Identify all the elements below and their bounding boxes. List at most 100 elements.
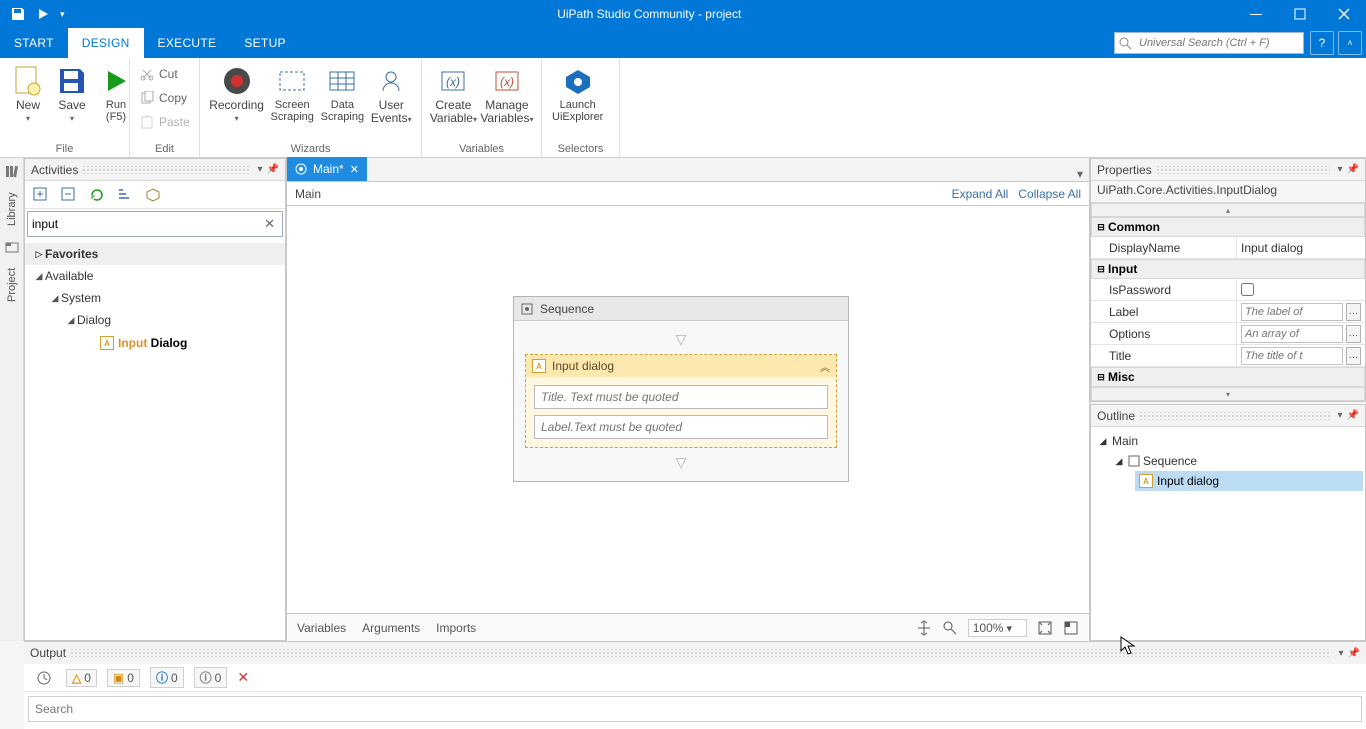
- panel-menu-icon[interactable]: ▾: [258, 164, 263, 175]
- scroll-down-icon[interactable]: ▾: [1091, 387, 1365, 401]
- create-variable-button[interactable]: (x) Create Variable▾: [428, 61, 479, 128]
- prop-label-ellipsis[interactable]: …: [1346, 303, 1361, 321]
- universal-search[interactable]: [1114, 32, 1304, 54]
- label-expression-input[interactable]: [534, 415, 828, 439]
- tab-setup[interactable]: SETUP: [230, 28, 300, 58]
- prop-ispassword-checkbox[interactable]: [1241, 283, 1254, 296]
- panel-menu-icon[interactable]: ▾: [1338, 410, 1343, 421]
- category-misc[interactable]: ⊟Misc: [1091, 367, 1365, 387]
- filter-icon[interactable]: [117, 187, 133, 203]
- category-common[interactable]: ⊟Common: [1091, 217, 1365, 237]
- save-button[interactable]: Save▾: [50, 61, 94, 127]
- pin-icon[interactable]: 📌: [1347, 164, 1359, 175]
- manage-variables-button[interactable]: (x) Manage Variables▾: [479, 61, 535, 128]
- designer-canvas[interactable]: Sequence ▽ A Input dialog ︽: [287, 206, 1089, 613]
- prop-options-ellipsis[interactable]: …: [1346, 325, 1361, 343]
- recording-button[interactable]: Recording▾: [206, 61, 267, 127]
- outline-main[interactable]: ◢Main: [1093, 431, 1363, 451]
- outline-input-dialog[interactable]: A Input dialog: [1135, 471, 1363, 491]
- prop-displayname-value[interactable]: Input dialog: [1241, 241, 1303, 255]
- help-button[interactable]: ?: [1310, 31, 1334, 55]
- data-scraping-button[interactable]: Data Scraping: [317, 61, 367, 125]
- prop-label-input[interactable]: [1241, 303, 1343, 321]
- tab-design[interactable]: DESIGN: [68, 28, 144, 58]
- minimize-button[interactable]: [1234, 0, 1278, 28]
- overview-icon[interactable]: [1063, 620, 1079, 636]
- panel-menu-icon[interactable]: ▾: [1339, 648, 1344, 659]
- input-dialog-designer-activity[interactable]: A Input dialog ︽: [525, 354, 837, 448]
- prop-options-input[interactable]: [1241, 325, 1343, 343]
- category-input[interactable]: ⊟Input: [1091, 259, 1365, 279]
- prop-options-label: Options: [1091, 323, 1237, 344]
- refresh-icon[interactable]: [89, 187, 105, 203]
- copy-button[interactable]: Copy: [140, 87, 190, 109]
- project-icon[interactable]: [3, 238, 21, 256]
- imports-tab[interactable]: Imports: [436, 621, 476, 635]
- input-dialog-activity[interactable]: A Input Dialog: [95, 331, 285, 355]
- drop-target-bottom[interactable]: ▽: [676, 454, 687, 471]
- dialog-node[interactable]: ◢Dialog: [25, 309, 285, 331]
- zoom-icon[interactable]: [942, 620, 958, 636]
- collapse-all-button[interactable]: Collapse All: [1018, 187, 1081, 201]
- activities-search[interactable]: ✕: [27, 211, 283, 237]
- ribbon: New▾ Save▾ Run (F5) File Cut Copy Paste …: [0, 58, 1366, 158]
- close-tab-icon[interactable]: ✕: [350, 163, 359, 176]
- maximize-button[interactable]: [1278, 0, 1322, 28]
- tab-start[interactable]: START: [0, 28, 68, 58]
- collapse-ribbon-button[interactable]: ˄: [1338, 31, 1362, 55]
- activity-doc-icon: A: [100, 336, 114, 350]
- breadcrumb-main[interactable]: Main: [295, 187, 321, 201]
- info-filter[interactable]: ⓘ0: [150, 667, 184, 688]
- collapse-icon[interactable]: [61, 187, 77, 203]
- scroll-up-icon[interactable]: ▴: [1091, 203, 1365, 217]
- paste-button[interactable]: Paste: [140, 111, 190, 133]
- outline-sequence[interactable]: ◢Sequence: [1093, 451, 1363, 471]
- package-icon[interactable]: [145, 187, 161, 203]
- output-search-input[interactable]: [29, 697, 1361, 721]
- cut-button[interactable]: Cut: [140, 63, 190, 85]
- expand-all-button[interactable]: Expand All: [952, 187, 1009, 201]
- pin-icon[interactable]: 📌: [1347, 410, 1359, 421]
- prop-title-input[interactable]: [1241, 347, 1343, 365]
- library-tab[interactable]: Library: [2, 182, 22, 236]
- clear-output-icon[interactable]: ✕: [237, 669, 249, 686]
- pan-icon[interactable]: [916, 620, 932, 636]
- tab-execute[interactable]: EXECUTE: [144, 28, 231, 58]
- project-tab[interactable]: Project: [2, 258, 22, 312]
- clock-icon[interactable]: [32, 670, 56, 686]
- variables-tab[interactable]: Variables: [297, 621, 346, 635]
- favorites-node[interactable]: ▷Favorites: [25, 243, 285, 265]
- pin-icon[interactable]: 📌: [1348, 648, 1360, 659]
- system-node[interactable]: ◢System: [25, 287, 285, 309]
- save-icon[interactable]: [10, 6, 26, 22]
- close-button[interactable]: [1322, 0, 1366, 28]
- new-button[interactable]: New▾: [6, 61, 50, 127]
- tab-overflow-icon[interactable]: ▾: [1071, 167, 1089, 181]
- title-expression-input[interactable]: [534, 385, 828, 409]
- designer-panel: Main* ✕ ▾ Main Expand All Collapse All S…: [286, 158, 1090, 641]
- pin-icon[interactable]: 📌: [267, 164, 279, 175]
- trace-filter[interactable]: ⓘ0: [194, 667, 228, 688]
- run-icon[interactable]: [36, 7, 50, 21]
- activities-search-input[interactable]: [32, 217, 261, 231]
- screen-scraping-button[interactable]: Screen Scraping: [267, 61, 317, 125]
- panel-menu-icon[interactable]: ▾: [1338, 164, 1343, 175]
- collapse-activity-icon[interactable]: ︽: [820, 359, 830, 374]
- zoom-select[interactable]: 100% ▾: [968, 619, 1027, 637]
- drop-target-top[interactable]: ▽: [676, 331, 687, 348]
- arguments-tab[interactable]: Arguments: [362, 621, 420, 635]
- error-filter[interactable]: ▣0: [107, 669, 140, 687]
- launch-uiexplorer-button[interactable]: Launch UiExplorer: [548, 61, 607, 125]
- available-node[interactable]: ◢Available: [25, 265, 285, 287]
- warning-filter[interactable]: △0: [66, 669, 97, 687]
- library-icon[interactable]: [3, 162, 21, 180]
- prop-title-ellipsis[interactable]: …: [1346, 347, 1361, 365]
- universal-search-input[interactable]: [1135, 37, 1295, 49]
- clear-search-icon[interactable]: ✕: [261, 216, 278, 232]
- expand-icon[interactable]: [33, 187, 49, 203]
- user-events-button[interactable]: User Events▾: [367, 61, 415, 128]
- file-tab-main[interactable]: Main* ✕: [287, 157, 367, 181]
- output-search[interactable]: [28, 696, 1362, 722]
- fit-icon[interactable]: [1037, 620, 1053, 636]
- sequence-container[interactable]: Sequence ▽ A Input dialog ︽: [513, 296, 849, 482]
